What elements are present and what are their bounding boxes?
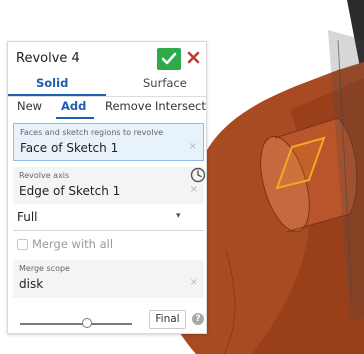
axis-field-value: Edge of Sketch 1	[19, 184, 121, 198]
operation-remove-tab[interactable]: Remove	[105, 99, 152, 113]
tab-solid[interactable]: Solid	[36, 76, 68, 90]
history-slider-thumb[interactable]	[82, 318, 93, 328]
help-icon[interactable]: ?	[192, 313, 204, 325]
operation-intersect-tab[interactable]: Intersect	[155, 99, 206, 113]
faces-field-value: Face of Sketch 1	[20, 141, 119, 155]
select-underline	[13, 230, 204, 231]
final-button[interactable]: Final	[149, 310, 186, 329]
check-icon	[161, 52, 177, 65]
axis-field-label: Revolve axis	[19, 171, 70, 180]
operation-add-active-indicator	[56, 117, 94, 119]
cancel-button[interactable]	[185, 47, 203, 69]
revolve-feature-dialog: Revolve 4 Solid Surface New Add Remove I…	[7, 41, 207, 334]
merge-scope-value: disk	[19, 277, 44, 291]
faces-field-label: Faces and sketch regions to revolve	[20, 128, 164, 137]
dialog-title: Revolve 4	[16, 51, 80, 66]
merge-with-all-checkbox[interactable]	[17, 239, 28, 250]
tab-surface[interactable]: Surface	[143, 76, 187, 90]
merge-scope-field[interactable]: Merge scope disk ×	[13, 260, 204, 298]
merge-with-all-label: Merge with all	[32, 237, 114, 251]
faces-clear-button[interactable]: ×	[189, 141, 197, 152]
dialog-titlebar: Revolve 4	[8, 42, 206, 76]
merge-scope-clear-button[interactable]: ×	[190, 277, 198, 288]
operation-new-tab[interactable]: New	[17, 99, 42, 113]
accept-button[interactable]	[157, 48, 181, 70]
chevron-down-icon[interactable]: ▾	[176, 211, 181, 221]
faces-to-revolve-field[interactable]: Faces and sketch regions to revolve Face…	[13, 123, 204, 161]
merge-scope-label: Merge scope	[19, 264, 70, 273]
operation-add-tab[interactable]: Add	[61, 99, 86, 113]
tab-divider	[8, 96, 206, 97]
revolve-type-select[interactable]: Full	[17, 210, 38, 224]
axis-clear-button[interactable]: ×	[190, 184, 198, 195]
revolve-axis-field[interactable]: Revolve axis Edge of Sketch 1 ×	[13, 167, 204, 204]
close-icon	[187, 51, 200, 64]
clock-icon[interactable]	[190, 167, 206, 183]
history-slider-track[interactable]	[20, 323, 132, 325]
